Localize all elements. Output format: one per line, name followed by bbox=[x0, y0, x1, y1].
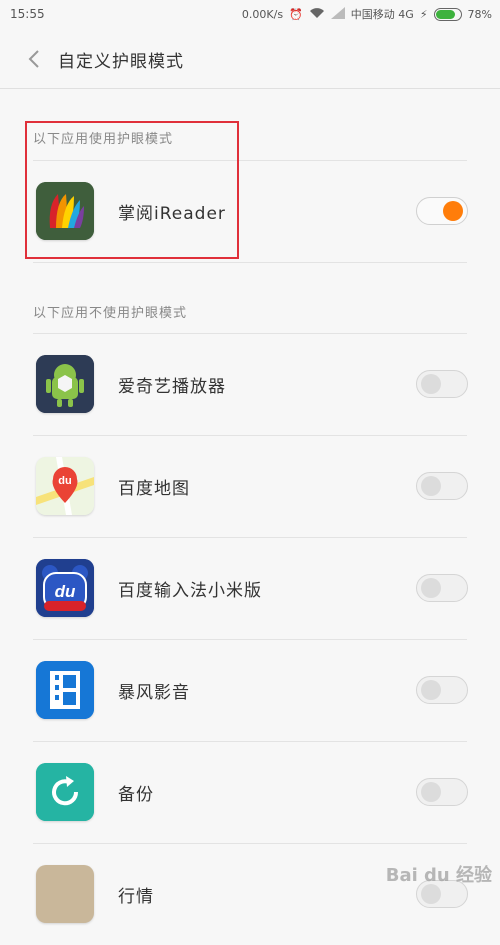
iqiyi-player-app-icon bbox=[36, 355, 94, 413]
status-bar: 15:55 0.00K/s ⏰ 中国移动 4G ⚡ 78% bbox=[0, 0, 500, 30]
eye-care-toggle-baofeng[interactable] bbox=[416, 676, 468, 704]
divider bbox=[33, 160, 467, 161]
divider bbox=[33, 435, 467, 436]
header-bar: 自定义护眼模式 bbox=[0, 30, 500, 89]
toggle-knob bbox=[421, 782, 441, 802]
alarm-icon: ⏰ bbox=[289, 7, 303, 21]
app-name-baofeng: 暴风影音 bbox=[118, 683, 190, 703]
baofeng-player-app-icon bbox=[36, 661, 94, 719]
app-name-ireader: 掌阅iReader bbox=[118, 204, 226, 224]
signal-icon bbox=[330, 6, 345, 22]
toggle-knob bbox=[421, 374, 441, 394]
baidu-map-app-icon: du bbox=[36, 457, 94, 515]
toggle-knob bbox=[443, 201, 463, 221]
page-title: 自定义护眼模式 bbox=[58, 52, 184, 72]
toggle-knob bbox=[421, 884, 441, 904]
eye-care-toggle-ireader[interactable] bbox=[416, 197, 468, 225]
back-button[interactable] bbox=[22, 47, 46, 71]
divider bbox=[33, 262, 467, 263]
app-row-baidu-ime: du 百度输入法小米版 bbox=[0, 537, 500, 639]
divider bbox=[33, 639, 467, 640]
backup-app-icon bbox=[36, 763, 94, 821]
chevron-left-icon bbox=[28, 50, 39, 68]
app-row-stocks: 行情 bbox=[0, 843, 500, 945]
status-time: 15:55 bbox=[10, 7, 45, 21]
divider bbox=[33, 843, 467, 844]
divider bbox=[33, 741, 467, 742]
charging-icon: ⚡ bbox=[419, 7, 428, 21]
app-name-baidu-ime: 百度输入法小米版 bbox=[118, 581, 262, 601]
divider bbox=[33, 537, 467, 538]
app-name-stocks: 行情 bbox=[118, 887, 154, 907]
status-right: 0.00K/s ⏰ 中国移动 4G ⚡ 78% bbox=[242, 6, 492, 22]
toggle-knob bbox=[421, 476, 441, 496]
app-row-iqiyi: 爱奇艺播放器 bbox=[0, 333, 500, 435]
app-row-backup: 备份 bbox=[0, 741, 500, 843]
ireader-app-icon bbox=[36, 182, 94, 240]
section-label-disabled: 以下应用不使用护眼模式 bbox=[33, 306, 188, 321]
app-row-baofeng: 暴风影音 bbox=[0, 639, 500, 741]
app-name-baidu-map: 百度地图 bbox=[118, 479, 190, 499]
network-speed: 0.00K/s bbox=[241, 7, 284, 21]
toggle-knob bbox=[421, 680, 441, 700]
eye-care-toggle-backup[interactable] bbox=[416, 778, 468, 806]
eye-care-toggle-baidu-map[interactable] bbox=[416, 472, 468, 500]
app-name-iqiyi: 爱奇艺播放器 bbox=[118, 377, 226, 397]
svg-text:du: du bbox=[58, 475, 71, 487]
eye-care-toggle-iqiyi[interactable] bbox=[416, 370, 468, 398]
app-row-ireader: 掌阅iReader bbox=[0, 160, 500, 262]
stocks-app-icon bbox=[36, 865, 94, 923]
carrier-label: 中国移动 4G bbox=[350, 8, 414, 21]
app-name-backup: 备份 bbox=[118, 785, 154, 805]
divider bbox=[33, 333, 467, 334]
battery-icon bbox=[433, 7, 462, 21]
section-divider bbox=[0, 262, 500, 263]
eye-care-toggle-baidu-ime[interactable] bbox=[416, 574, 468, 602]
app-row-baidu-map: du 百度地图 bbox=[0, 435, 500, 537]
battery-percent: 78% bbox=[467, 7, 492, 21]
wifi-icon bbox=[309, 7, 325, 22]
baidu-jingyan-watermark: Bai du 经验 bbox=[385, 865, 492, 886]
svg-text:du: du bbox=[55, 582, 76, 601]
section-label-enabled: 以下应用使用护眼模式 bbox=[33, 132, 174, 147]
baidu-input-app-icon: du bbox=[36, 559, 94, 617]
toggle-knob bbox=[421, 578, 441, 598]
